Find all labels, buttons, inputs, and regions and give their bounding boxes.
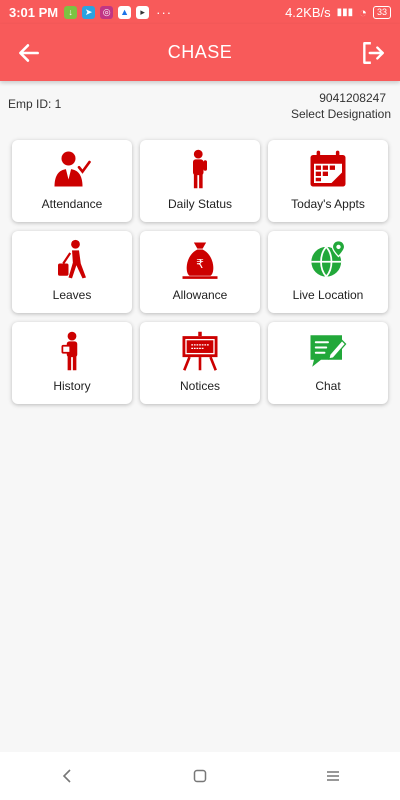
nav-back-button[interactable] <box>47 761 87 791</box>
chat-icon <box>310 335 347 367</box>
chat-tile[interactable]: Chat <box>268 322 388 404</box>
svg-text:₹: ₹ <box>196 257 204 271</box>
notices-tile[interactable]: Notices <box>140 322 260 404</box>
phone-number: 9041208247 <box>319 91 386 105</box>
leaves-tile[interactable]: Leaves <box>12 231 132 313</box>
history-icon <box>61 331 78 371</box>
status-bar: 3:01 PM ↓ ➤ ◎ ▲ ▸ ··· 4.2KB/s ▮▮▮ ◔ 33 <box>0 0 400 24</box>
instagram-icon: ◎ <box>100 5 114 19</box>
emp-id: Emp ID: 1 <box>8 97 62 111</box>
employee-info: 9041208247 Select Designation <box>291 90 391 122</box>
drive-icon: ▲ <box>118 5 132 19</box>
tile-label: Allowance <box>172 288 228 302</box>
battery-icon: 33 <box>372 5 391 19</box>
allowance-tile[interactable]: ₹ Allowance <box>140 231 260 313</box>
battery-level: 33 <box>376 7 387 17</box>
tile-label: Leaves <box>52 288 92 302</box>
todays-appts-tile[interactable]: Today's Appts <box>268 140 388 222</box>
status-time: 3:01 PM <box>9 4 59 20</box>
logout-icon[interactable] <box>360 40 386 66</box>
calendar-icon <box>310 150 346 187</box>
select-designation-link[interactable]: Select Designation <box>291 106 391 122</box>
notice-board-icon <box>182 331 218 371</box>
globe-location-icon <box>311 240 346 278</box>
more-notifications-icon: ··· <box>156 4 173 20</box>
daily-status-tile[interactable]: Daily Status <box>140 140 260 222</box>
nav-back-icon <box>62 769 71 783</box>
money-bag-icon: ₹ <box>182 242 218 279</box>
tile-label: Notices <box>179 379 220 393</box>
tile-label: History <box>53 379 91 393</box>
network-speed: 4.2KB/s <box>285 4 331 20</box>
wifi-icon: ◔ <box>359 4 367 20</box>
leaves-icon <box>58 239 86 279</box>
tile-label: Daily Status <box>167 197 233 211</box>
history-tile[interactable]: History <box>12 322 132 404</box>
signal-icon: ▮▮▮ <box>336 6 354 18</box>
nav-home-button[interactable] <box>180 761 220 791</box>
system-nav-bar <box>0 752 400 800</box>
download-icon: ↓ <box>64 5 78 19</box>
nav-menu-icon <box>327 771 340 781</box>
app-bar: CHASE <box>0 24 400 81</box>
daily-status-icon <box>193 149 207 189</box>
menu-grid: Attendance Daily Status Today's Appts Le… <box>12 140 388 404</box>
nav-recents-button[interactable] <box>313 761 353 791</box>
back-arrow-icon[interactable] <box>16 40 42 66</box>
telegram-icon: ➤ <box>82 5 96 19</box>
media-icon: ▸ <box>136 5 150 19</box>
tile-label: Chat <box>315 379 341 393</box>
attendance-tile[interactable]: Attendance <box>12 140 132 222</box>
tile-label: Live Location <box>292 288 364 302</box>
attendance-icon <box>54 151 91 187</box>
tile-label: Attendance <box>41 197 103 211</box>
app-title: CHASE <box>167 42 233 62</box>
live-location-tile[interactable]: Live Location <box>268 231 388 313</box>
tile-label: Today's Appts <box>291 197 365 211</box>
nav-home-icon <box>193 769 207 783</box>
